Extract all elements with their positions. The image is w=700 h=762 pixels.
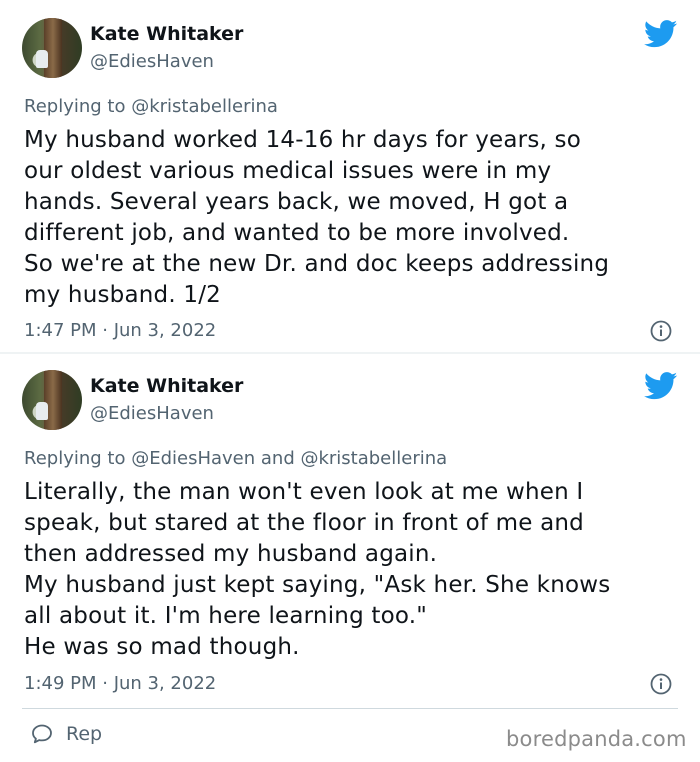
author-name[interactable]: Kate Whitaker xyxy=(90,375,243,397)
author-handle[interactable]: @EdiesHaven xyxy=(90,403,214,424)
reply-label: Rep xyxy=(66,723,103,745)
reply-button[interactable]: Rep xyxy=(30,722,102,746)
tweet-text: My husband worked 14-16 hr days for year… xyxy=(24,127,610,308)
twitter-bird-icon[interactable] xyxy=(644,20,678,48)
replying-prefix: Replying to xyxy=(24,96,132,117)
replying-prefix: Replying to xyxy=(24,448,132,469)
avatar[interactable] xyxy=(22,370,82,430)
action-bar-divider xyxy=(22,708,678,709)
twitter-bird-icon[interactable] xyxy=(644,372,678,400)
tweet-timestamp[interactable]: 1:47 PM · Jun 3, 2022 xyxy=(24,320,216,341)
tweet-divider xyxy=(0,352,700,354)
reply-bubble-icon xyxy=(32,724,52,744)
replying-mentions[interactable]: @EdiesHaven and @kristabellerina xyxy=(131,448,447,469)
avatar[interactable] xyxy=(22,18,82,78)
tweet-text: Literally, the man won't even look at me… xyxy=(24,479,611,660)
author-name[interactable]: Kate Whitaker xyxy=(90,23,243,45)
watermark: boredpanda.com xyxy=(506,727,687,751)
tweet-timestamp[interactable]: 1:49 PM · Jun 3, 2022 xyxy=(24,673,216,694)
replying-to: Replying to @kristabellerina xyxy=(24,96,278,117)
info-icon[interactable] xyxy=(650,673,672,695)
replying-mentions[interactable]: @kristabellerina xyxy=(131,96,278,117)
author-handle[interactable]: @EdiesHaven xyxy=(90,51,214,72)
info-icon[interactable] xyxy=(650,320,672,342)
replying-to: Replying to @EdiesHaven and @kristabelle… xyxy=(24,448,447,469)
